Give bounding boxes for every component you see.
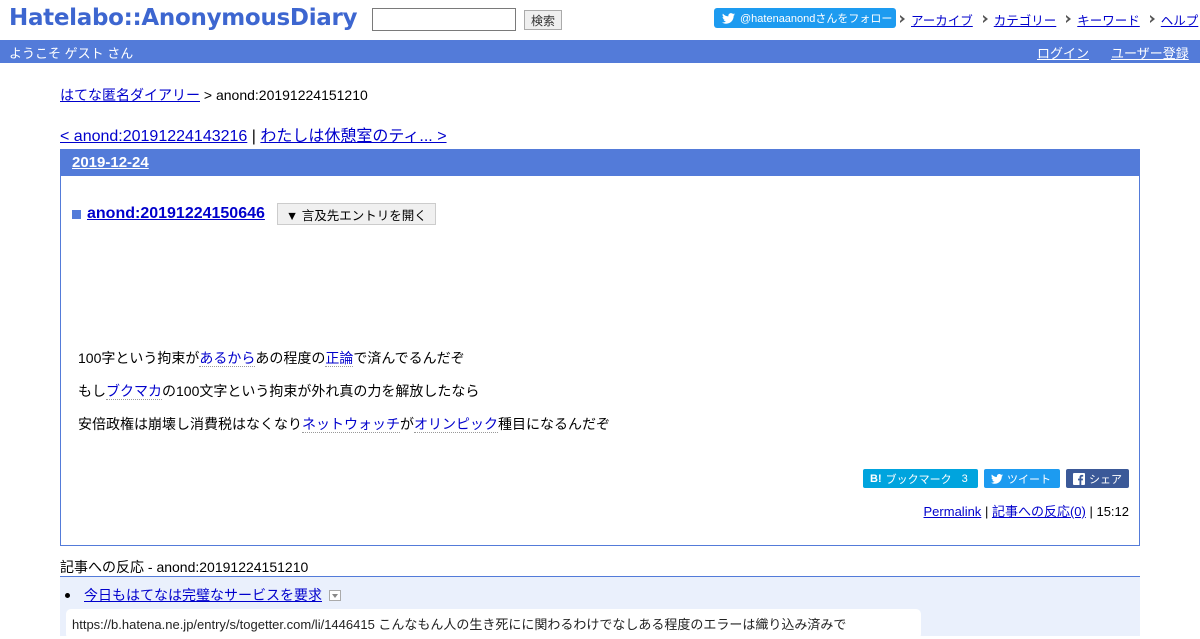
arrow-icon <box>1066 15 1073 24</box>
nav-keyword[interactable]: キーワード <box>1066 10 1140 29</box>
tweet-label: ツイート <box>1007 473 1051 486</box>
day-header: 2019-12-24 <box>61 150 1139 176</box>
header-nav: アーカイブ カテゴリー キーワード ヘルプ <box>900 10 1198 29</box>
bookmark-count: 3 <box>961 472 968 485</box>
open-referred-entry-button[interactable]: ▼ 言及先エントリを開く <box>276 203 436 225</box>
site-header: Hatelabo::AnonymousDiary 検索 @hatenaanond… <box>0 0 1200 40</box>
keyword-link[interactable]: 正論 <box>325 350 354 367</box>
share-buttons: B! ブックマーク 3 ツイート シェア <box>863 469 1129 488</box>
nav-archive-link[interactable]: アーカイブ <box>911 10 973 29</box>
keyword-link[interactable]: ネットウォッチ <box>302 416 400 433</box>
hatena-bookmark-icon: B! <box>870 472 882 485</box>
tweet-button[interactable]: ツイート <box>984 469 1060 488</box>
welcome-text: ようこそ ゲスト さん <box>9 46 134 61</box>
entry-body: 100字という拘束があるからあの程度の正論で済んでるんだぞ もしブクマカの100… <box>78 349 610 448</box>
search-button[interactable]: 検索 <box>524 10 562 30</box>
permalink[interactable]: Permalink <box>924 504 982 519</box>
nav-keyword-link[interactable]: キーワード <box>1077 10 1140 29</box>
text: あの程度の <box>255 350 326 366</box>
keyword-link[interactable]: オリンピック <box>414 416 498 433</box>
search-input[interactable] <box>372 8 516 31</box>
breadcrumb-separator: > <box>203 87 213 103</box>
nav-help[interactable]: ヘルプ <box>1149 10 1199 29</box>
entry-pager: < anond:20191224143216 | わたしは休憩室のティ... > <box>60 122 447 146</box>
hatena-bookmark-button[interactable]: B! ブックマーク 3 <box>863 469 978 488</box>
reactions-list: 今日もはてなは完璧なサービスを要求 https://b.hatena.ne.jp… <box>60 576 1140 639</box>
welcome-bar: ようこそ ゲスト さん ログイン ユーザー登録 <box>0 40 1200 63</box>
facebook-share-button[interactable]: シェア <box>1066 469 1129 488</box>
square-icon <box>72 209 81 219</box>
next-entry-link[interactable]: わたしは休憩室のティ... > <box>260 128 446 145</box>
reaction-item: 今日もはてなは完璧なサービスを要求 <box>65 585 341 605</box>
reaction-excerpt: https://b.hatena.ne.jp/entry/s/togetter.… <box>66 609 921 639</box>
dropdown-icon[interactable] <box>329 589 341 601</box>
nav-category[interactable]: カテゴリー <box>982 10 1057 29</box>
breadcrumb-home[interactable]: はてな匿名ダイアリー <box>60 87 200 103</box>
reaction-title-link[interactable]: 今日もはてなは完璧なサービスを要求 <box>84 585 322 605</box>
keyword-link[interactable]: あるから <box>199 350 256 367</box>
twitter-bird-icon <box>991 473 1003 484</box>
nav-category-link[interactable]: カテゴリー <box>994 10 1057 29</box>
login-link[interactable]: ログイン <box>1037 43 1089 62</box>
text: 100字という拘束が <box>78 350 200 366</box>
body-paragraph: もしブクマカの100文字という拘束が外れ真の力を解放したなら <box>78 382 610 400</box>
bullet-icon <box>65 593 70 598</box>
body-paragraph: 安倍政権は崩壊し消費税はなくなりネットウォッチがオリンピック種目になるんだぞ <box>78 415 610 433</box>
entry-footer: Permalink | 記事への反応(0) | 15:12 <box>924 501 1129 520</box>
arrow-icon <box>900 15 907 24</box>
arrow-icon <box>1149 15 1157 24</box>
signup-link[interactable]: ユーザー登録 <box>1111 43 1189 62</box>
facebook-label: シェア <box>1089 473 1122 486</box>
facebook-icon <box>1073 472 1085 485</box>
twitter-follow-button[interactable]: @hatenaanondさんをフォロー <box>714 8 896 28</box>
breadcrumb-current: anond:20191224151210 <box>215 87 368 103</box>
nav-help-link[interactable]: ヘルプ <box>1161 10 1199 29</box>
text: 安倍政権は崩壊し消費税はなくなり <box>78 416 302 432</box>
entry-title-link[interactable]: anond:20191224150646 <box>87 205 265 223</box>
twitter-bird-icon <box>722 12 735 24</box>
keyword-link[interactable]: ブクマカ <box>106 383 162 400</box>
bookmark-label: ブックマーク <box>885 473 952 486</box>
nav-archive[interactable]: アーカイブ <box>900 10 973 29</box>
reactions-link[interactable]: 記事への反応(0) <box>992 504 1086 519</box>
entry-title-row: anond:20191224150646 ▼ 言及先エントリを開く <box>72 203 436 225</box>
footer-separator: | <box>984 504 989 519</box>
reactions-heading: 記事への反応 - anond:20191224151210 <box>60 559 309 575</box>
pager-separator: | <box>251 128 256 145</box>
site-logo[interactable]: Hatelabo::AnonymousDiary <box>9 5 358 31</box>
text: もし <box>78 383 106 399</box>
body-paragraph: 100字という拘束があるからあの程度の正論で済んでるんだぞ <box>78 349 610 367</box>
follow-label: @hatenaanondさんをフォロー <box>740 13 893 25</box>
entry-time: | 15:12 <box>1089 504 1129 519</box>
breadcrumb: はてな匿名ダイアリー > anond:20191224151210 <box>60 85 368 105</box>
text: で済んでるんだぞ <box>353 350 465 366</box>
day-date-link[interactable]: 2019-12-24 <box>72 154 149 171</box>
prev-entry-link[interactable]: < anond:20191224143216 <box>60 128 247 145</box>
text: 種目になるんだぞ <box>498 416 610 432</box>
text: が <box>400 416 414 432</box>
day-section: 2019-12-24 anond:20191224150646 ▼ 言及先エント… <box>60 149 1140 546</box>
text: の100文字という拘束が外れ真の力を解放したなら <box>162 383 480 399</box>
arrow-icon <box>982 15 990 24</box>
